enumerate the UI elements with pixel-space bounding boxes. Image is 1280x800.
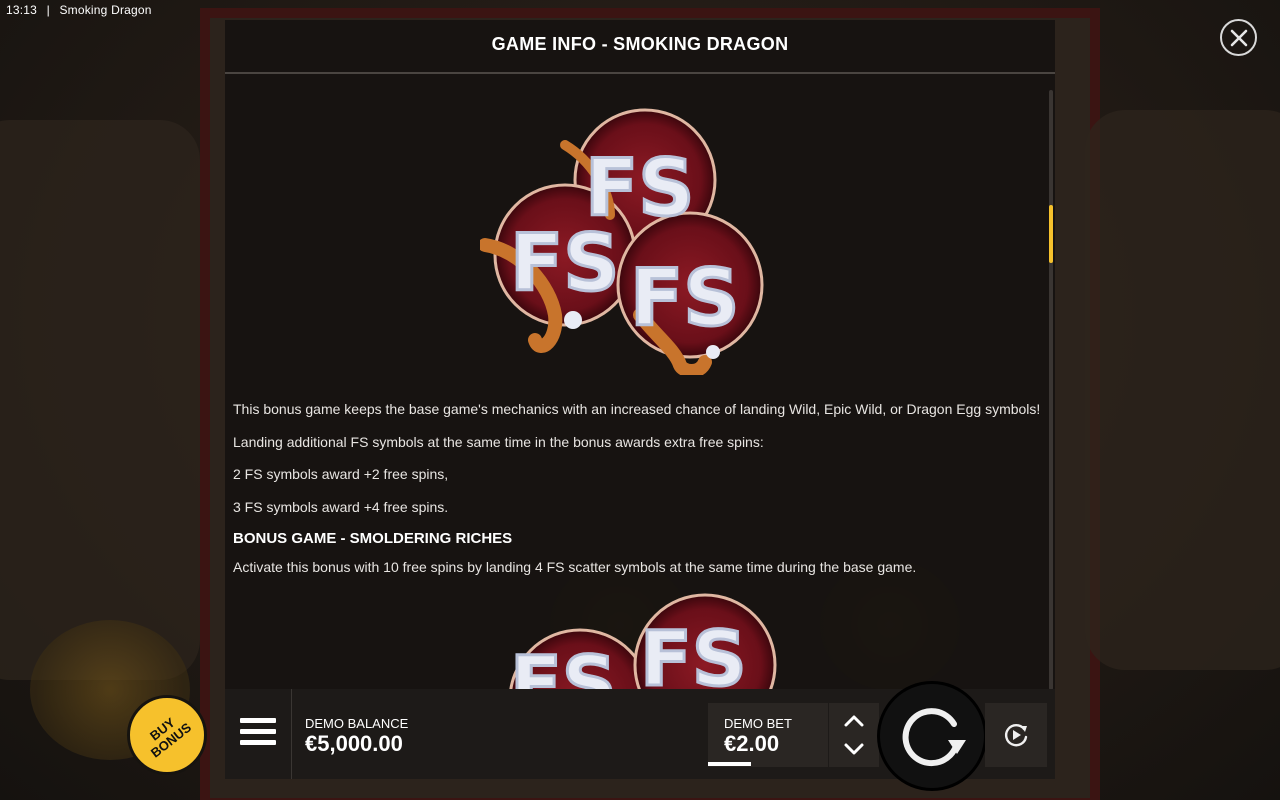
fs-scatter-symbols-image: FS FS FS [480,108,764,375]
fs-symbol-text: FS [630,254,739,344]
panel-title: GAME INFO - SMOKING DRAGON [491,34,789,54]
bet-indicator [708,762,751,766]
bonus-description: This bonus game keeps the base game's me… [233,401,1041,417]
scrollbar-track[interactable] [1049,90,1053,690]
section-heading: BONUS GAME - SMOLDERING RICHES [233,530,513,547]
title-divider [225,72,1055,74]
scrollbar-thumb[interactable] [1049,205,1053,263]
bonus-activation-text: Activate this bonus with 10 free spins b… [233,559,917,575]
close-button[interactable] [1220,19,1257,56]
status-bar: 13:13 | Smoking Dragon [6,3,158,17]
bet-value: €2.00 [724,731,780,756]
game-info-panel: GAME INFO - SMOKING DRAGON FS FS FS This [225,20,1055,700]
status-separator: | [46,3,50,17]
spin-icon [902,708,966,767]
extra-spins-intro: Landing additional FS symbols at the sam… [233,434,764,450]
menu-button[interactable] [240,718,276,750]
autoplay-icon [1005,724,1028,747]
autoplay-button[interactable] [985,703,1047,767]
chevron-down-icon[interactable] [843,742,865,756]
bet-label: DEMO BET [724,716,792,731]
buy-bonus-button[interactable]: BUY BONUS [127,695,207,775]
balance-value: €5,000.00 [305,731,403,756]
chevron-up-icon[interactable] [843,714,865,728]
extra-spins-rule-3: 3 FS symbols award +4 free spins. [233,499,449,515]
close-icon [1230,29,1247,46]
fs-symbol-text: FS [510,219,619,309]
balance-label: DEMO BALANCE [305,716,409,731]
status-time: 13:13 [6,3,38,17]
fs-scatter-symbols-image-2: FS FS [509,593,777,690]
hamburger-icon [240,718,276,723]
spin-button[interactable] [880,684,984,788]
buy-bonus-label: BUY BONUS [146,714,195,761]
fs-symbol-text: FS [510,639,617,690]
fs-symbol-text: FS [640,614,747,690]
extra-spins-rule-2: 2 FS symbols award +2 free spins, [233,466,449,482]
bet-stepper[interactable] [829,703,879,767]
bar-divider [291,689,292,779]
app-title: Smoking Dragon [59,3,152,17]
